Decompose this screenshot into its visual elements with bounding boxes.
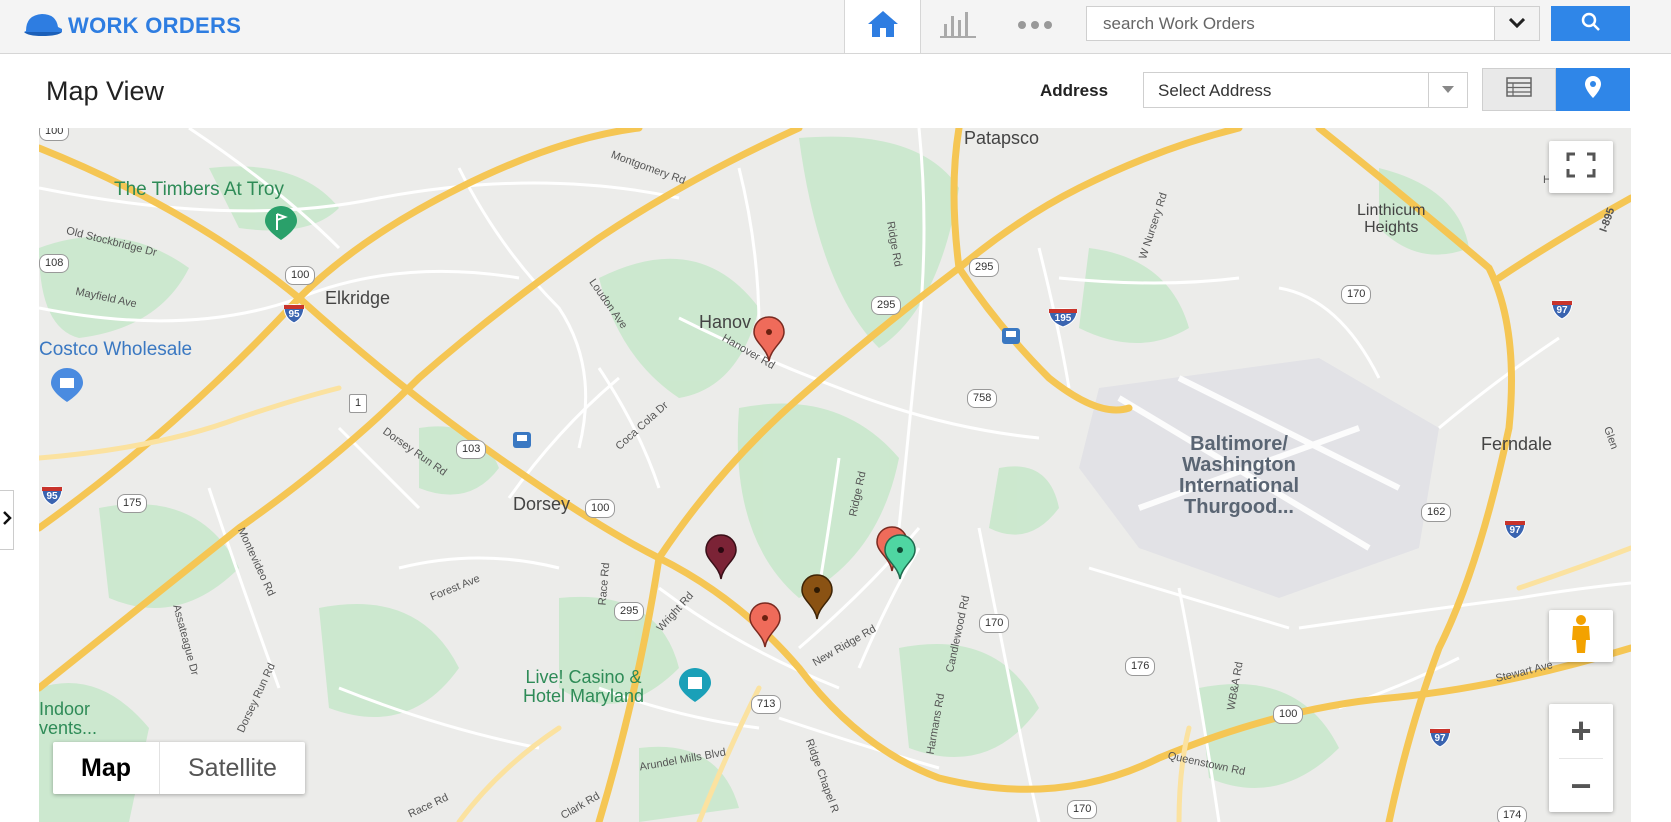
fullscreen-button[interactable]	[1549, 141, 1613, 193]
search-scope-dropdown[interactable]	[1494, 7, 1539, 40]
chevron-right-icon	[2, 510, 12, 531]
route-shield: 170	[979, 614, 1010, 633]
interstate-shield: 97	[1429, 728, 1451, 748]
address-dropdown-toggle[interactable]	[1428, 73, 1467, 107]
route-shield: 295	[969, 258, 1000, 277]
work-order-marker[interactable]	[883, 534, 917, 580]
route-shield: 176	[1125, 657, 1156, 676]
us-route-shield: 1	[349, 394, 368, 413]
place-label-elkridge: Elkridge	[325, 288, 391, 308]
search-button[interactable]	[1551, 6, 1630, 41]
route-shield: 713	[751, 695, 782, 714]
interstate-shield: 97	[1504, 520, 1526, 540]
route-shield: 758	[967, 389, 998, 408]
nav-reports-button[interactable]	[938, 10, 978, 42]
street-view-button[interactable]	[1549, 610, 1613, 662]
map-pin-icon	[1585, 76, 1601, 103]
route-shield: 175	[117, 494, 148, 513]
caret-down-icon	[1442, 81, 1454, 99]
map-type-map-button[interactable]: Map	[53, 742, 159, 794]
golf-poi-icon	[265, 206, 297, 245]
map-type-control: Map Satellite	[53, 742, 305, 794]
nav-home-button[interactable]	[845, 0, 920, 53]
place-label-airport: Baltimore/ Washington International Thur…	[1179, 433, 1300, 518]
interstate-number: 95	[46, 491, 58, 502]
route-shield: 174	[1497, 806, 1528, 822]
home-icon	[866, 9, 900, 44]
street-view-pegman-icon	[1568, 614, 1594, 659]
map-canvas[interactable]: Patapsco Linthicum Heights Elkridge Hano…	[39, 128, 1631, 822]
place-label-dorsey: Dorsey	[513, 494, 571, 514]
route-shield: 100	[285, 266, 316, 285]
route-shield: 295	[871, 296, 902, 315]
casino-poi-icon	[679, 668, 711, 707]
work-order-marker[interactable]	[704, 534, 738, 580]
work-order-marker[interactable]	[752, 316, 786, 362]
zoom-in-button[interactable]: +	[1549, 704, 1613, 758]
route-shield: 100	[39, 128, 70, 141]
transit-poi-icon	[513, 432, 531, 453]
address-select[interactable]: Select Address	[1143, 72, 1468, 108]
search-box	[1086, 6, 1540, 41]
nav-divider	[920, 0, 921, 53]
place-label-patapsco: Patapsco	[964, 128, 1040, 148]
place-label-ferndale: Ferndale	[1481, 434, 1553, 454]
transit-poi-icon	[1002, 328, 1020, 349]
more-dots-icon	[1017, 17, 1053, 35]
work-order-marker[interactable]	[800, 574, 834, 620]
search-input[interactable]	[1087, 7, 1495, 40]
poi-label-casino: Live! Casino & Hotel Maryland	[523, 667, 645, 706]
interstate-shield: 95	[41, 486, 63, 506]
interstate-number: 95	[288, 309, 300, 320]
nav-more-button[interactable]	[1015, 10, 1055, 42]
shopping-poi-icon	[51, 368, 83, 407]
poi-label-costco: Costco Wholesale	[39, 339, 193, 360]
map-type-satellite-button[interactable]: Satellite	[159, 742, 305, 794]
route-shield: 100	[1273, 705, 1304, 724]
zoom-out-button[interactable]: −	[1549, 759, 1613, 812]
route-shield: 103	[456, 440, 487, 459]
address-label: Address	[1040, 81, 1109, 100]
route-shield: 170	[1341, 285, 1372, 304]
interstate-shield: 195	[1048, 308, 1078, 328]
map-view-button[interactable]	[1556, 68, 1630, 111]
top-navigation-bar: WORK ORDERS	[0, 0, 1671, 54]
app-logo[interactable]: WORK ORDERS	[22, 9, 241, 42]
page-title: Map View	[46, 76, 165, 106]
route-shield: 100	[585, 499, 616, 518]
place-label-linthicum: Linthicum Heights	[1357, 202, 1426, 236]
route-shield: 162	[1421, 503, 1452, 522]
bar-chart-icon	[939, 10, 977, 43]
interstate-number: 97	[1509, 525, 1521, 536]
hardhat-icon	[22, 9, 64, 42]
list-view-button[interactable]	[1482, 68, 1556, 111]
fullscreen-icon	[1566, 152, 1596, 183]
list-view-icon	[1506, 77, 1532, 102]
search-icon	[1581, 12, 1601, 35]
poi-label-timbers: The Timbers At Troy	[114, 179, 284, 200]
interstate-number: 97	[1556, 305, 1568, 316]
poi-label-indoor: Indoor vents...	[39, 699, 98, 738]
chevron-down-icon	[1508, 15, 1526, 33]
app-title: WORK ORDERS	[68, 12, 242, 38]
route-shield: 108	[39, 254, 70, 273]
address-select-value: Select Address	[1158, 81, 1272, 100]
route-shield: 170	[1067, 800, 1098, 819]
interstate-number: 97	[1434, 733, 1446, 744]
interstate-shield: 95	[283, 304, 305, 324]
interstate-shield: 97	[1551, 300, 1573, 320]
interstate-number: 195	[1054, 313, 1072, 324]
zoom-control: + −	[1549, 704, 1613, 812]
work-order-marker[interactable]	[748, 602, 782, 648]
route-shield: 295	[614, 602, 645, 621]
place-label-hanover: Hanov	[699, 312, 752, 332]
side-panel-toggle[interactable]	[0, 490, 14, 550]
